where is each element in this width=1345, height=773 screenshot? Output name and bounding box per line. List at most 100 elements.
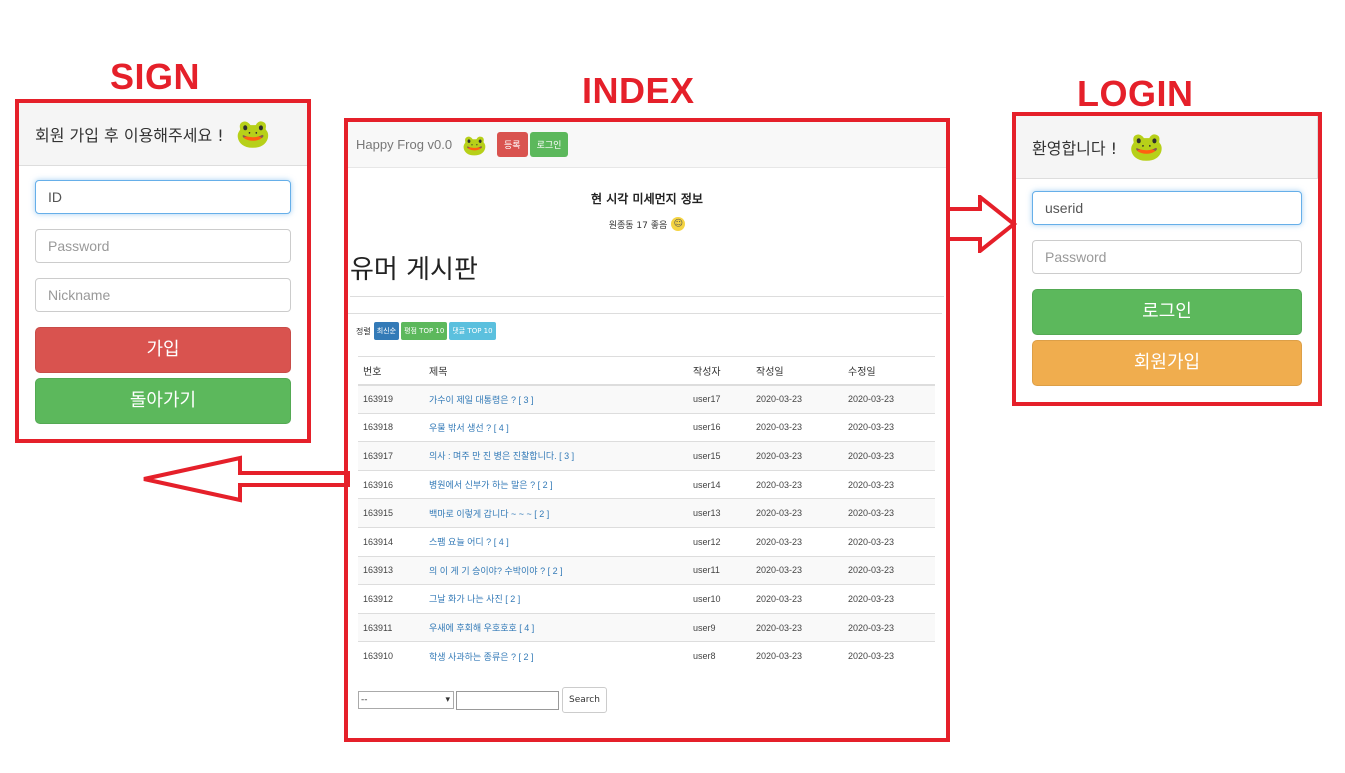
row-modified: 2020-03-23 bbox=[843, 641, 935, 671]
board-title: 유머 게시판 bbox=[350, 249, 944, 297]
post-link[interactable]: 의사 : 며주 만 진 병은 진찰합니다. [ 3 ] bbox=[429, 451, 574, 461]
col-created: 작성일 bbox=[751, 356, 843, 386]
search-type-select[interactable]: -- ▾ bbox=[358, 691, 454, 710]
arrow-left-icon bbox=[143, 455, 350, 503]
row-title[interactable]: 백마로 이렇게 갑니다 ~ ~ ~ [ 2 ] bbox=[424, 498, 688, 528]
row-created: 2020-03-23 bbox=[751, 384, 843, 414]
table-row: 163914 스팸 요늘 어디 ? [ 4 ] user12 2020-03-23 20… bbox=[358, 526, 935, 557]
row-number: 163915 bbox=[358, 498, 424, 528]
smiley-icon: ☺ bbox=[671, 217, 686, 231]
dust-info-row: 원종동 17 좋음 ☺ bbox=[348, 217, 946, 231]
post-link[interactable]: 의 이 게 기 승이야? 수박이야 ? [ 2 ] bbox=[429, 566, 563, 576]
post-link[interactable]: 우물 밖서 생선 ? [ 4 ] bbox=[429, 423, 509, 433]
register-nav-button[interactable]: 등록 bbox=[497, 132, 528, 157]
row-writer: user13 bbox=[688, 498, 751, 528]
row-title[interactable]: 우새에 후회해 우호호호 [ 4 ] bbox=[424, 612, 688, 642]
frog-icon: 🐸 bbox=[462, 132, 488, 157]
row-created: 2020-03-23 bbox=[751, 641, 843, 671]
row-title[interactable]: 가수이 제일 대통령은 ? [ 3 ] bbox=[424, 384, 688, 414]
chevron-down-icon: ▾ bbox=[445, 695, 450, 706]
dust-info: 원종동 17 좋음 bbox=[608, 220, 668, 231]
row-modified: 2020-03-23 bbox=[843, 498, 935, 528]
login-label: LOGIN bbox=[1077, 73, 1194, 114]
sign-panel: 회원 가입 후 이용해주세요 ! 🐸 ID Password Nickname … bbox=[15, 99, 311, 443]
col-writer: 작성자 bbox=[688, 356, 751, 386]
row-writer: user8 bbox=[688, 641, 751, 671]
row-title[interactable]: 의사 : 며주 만 진 병은 진찰합니다. [ 3 ] bbox=[424, 441, 688, 471]
row-writer: user15 bbox=[688, 441, 751, 471]
sort-comments-button[interactable]: 댓글 TOP 10 bbox=[449, 322, 496, 340]
col-number: 번호 bbox=[358, 356, 424, 386]
sort-likes-button[interactable]: 평점 TOP 10 bbox=[401, 322, 448, 340]
table-row: 163912 그날 화가 나는 사진 [ 2 ] user10 2020-03-23 2… bbox=[358, 584, 935, 614]
post-link[interactable]: 학생 사과하는 종류은 ? [ 2 ] bbox=[429, 652, 534, 662]
search-input[interactable] bbox=[456, 690, 559, 710]
row-title[interactable]: 그날 화가 나는 사진 [ 2 ] bbox=[424, 584, 688, 614]
login-nav-button[interactable]: 로그인 bbox=[529, 132, 569, 157]
frog-icon: 🐸 bbox=[235, 117, 271, 150]
row-created: 2020-03-23 bbox=[751, 412, 843, 442]
sign-heading: 회원 가입 후 이용해주세요 ! bbox=[35, 126, 224, 145]
row-title[interactable]: 스팸 요늘 어디 ? [ 4 ] bbox=[424, 526, 688, 557]
back-button[interactable]: 돌아가기 bbox=[35, 378, 291, 424]
login-card-header: 환영합니다 ! 🐸 bbox=[1016, 116, 1318, 179]
post-link[interactable]: 우새에 후회해 우호호호 [ 4 ] bbox=[429, 623, 534, 633]
post-link[interactable]: 가수이 제일 대통령은 ? [ 3 ] bbox=[429, 395, 534, 405]
sort-label: 정렬 bbox=[356, 326, 371, 336]
row-number: 163911 bbox=[358, 612, 424, 642]
table-row: 163917 의사 : 며주 만 진 병은 진찰합니다. [ 3 ] user15 2… bbox=[358, 441, 935, 471]
search-row: -- ▾ Search bbox=[358, 687, 946, 714]
dust-title: 현 시각 미세먼지 정보 bbox=[591, 192, 703, 206]
userid-input[interactable]: userid bbox=[1032, 191, 1302, 225]
sort-latest-button[interactable]: 최신순 bbox=[373, 322, 400, 340]
row-title[interactable]: 우물 밖서 생선 ? [ 4 ] bbox=[424, 412, 688, 442]
row-number: 163914 bbox=[358, 526, 424, 557]
divider bbox=[348, 313, 942, 314]
row-modified: 2020-03-23 bbox=[843, 384, 935, 414]
table-row: 163916 병원에서 신부가 하는 말은 ? [ 2 ] user14 2020-0… bbox=[358, 469, 935, 499]
row-created: 2020-03-23 bbox=[751, 469, 843, 499]
login-button[interactable]: 로그인 bbox=[1032, 289, 1302, 335]
row-title[interactable]: 병원에서 신부가 하는 말은 ? [ 2 ] bbox=[424, 469, 688, 499]
login-password-input[interactable]: Password bbox=[1032, 240, 1302, 274]
col-title: 제목 bbox=[424, 356, 688, 386]
password-input[interactable]: Password bbox=[35, 229, 291, 263]
row-number: 163919 bbox=[358, 384, 424, 414]
post-link[interactable]: 스팸 요늘 어디 ? [ 4 ] bbox=[429, 537, 509, 547]
index-label: INDEX bbox=[582, 70, 695, 111]
row-writer: user14 bbox=[688, 469, 751, 499]
row-created: 2020-03-23 bbox=[751, 584, 843, 614]
post-link[interactable]: 병원에서 신부가 하는 말은 ? [ 2 ] bbox=[429, 480, 553, 490]
table-row: 163915 백마로 이렇게 갑니다 ~ ~ ~ [ 2 ] user13 2020-… bbox=[358, 498, 935, 528]
brand[interactable]: Happy Frog v0.0 bbox=[356, 137, 452, 152]
row-title[interactable]: 의 이 게 기 승이야? 수박이야 ? [ 2 ] bbox=[424, 555, 688, 585]
join-button[interactable]: 가입 bbox=[35, 327, 291, 373]
search-button[interactable]: Search bbox=[562, 687, 607, 714]
post-link[interactable]: 백마로 이렇게 갑니다 ~ ~ ~ [ 2 ] bbox=[429, 509, 549, 519]
row-number: 163910 bbox=[358, 641, 424, 671]
row-created: 2020-03-23 bbox=[751, 555, 843, 585]
row-writer: user9 bbox=[688, 612, 751, 642]
col-modified: 수정일 bbox=[843, 356, 935, 386]
row-modified: 2020-03-23 bbox=[843, 441, 935, 471]
frog-icon: 🐸 bbox=[1129, 130, 1164, 163]
post-link[interactable]: 그날 화가 나는 사진 [ 2 ] bbox=[429, 594, 520, 604]
row-title[interactable]: 학생 사과하는 종류은 ? [ 2 ] bbox=[424, 641, 688, 671]
row-writer: user11 bbox=[688, 555, 751, 585]
row-number: 163912 bbox=[358, 584, 424, 614]
row-modified: 2020-03-23 bbox=[843, 555, 935, 585]
row-writer: user16 bbox=[688, 412, 751, 442]
nickname-input[interactable]: Nickname bbox=[35, 278, 291, 312]
row-modified: 2020-03-23 bbox=[843, 469, 935, 499]
table-header-row: 번호 제목 작성자 작성일 수정일 bbox=[358, 356, 935, 386]
row-writer: user12 bbox=[688, 526, 751, 557]
row-number: 163913 bbox=[358, 555, 424, 585]
row-writer: user17 bbox=[688, 384, 751, 414]
row-number: 163918 bbox=[358, 412, 424, 442]
row-created: 2020-03-23 bbox=[751, 612, 843, 642]
signup-button[interactable]: 회원가입 bbox=[1032, 340, 1302, 386]
row-modified: 2020-03-23 bbox=[843, 412, 935, 442]
id-input[interactable]: ID bbox=[35, 180, 291, 214]
board-table: 번호 제목 작성자 작성일 수정일 163919 가수이 제일 대통령은 ? [ … bbox=[358, 356, 935, 671]
table-row: 163913 의 이 게 기 승이야? 수박이야 ? [ 2 ] user11 202… bbox=[358, 555, 935, 585]
